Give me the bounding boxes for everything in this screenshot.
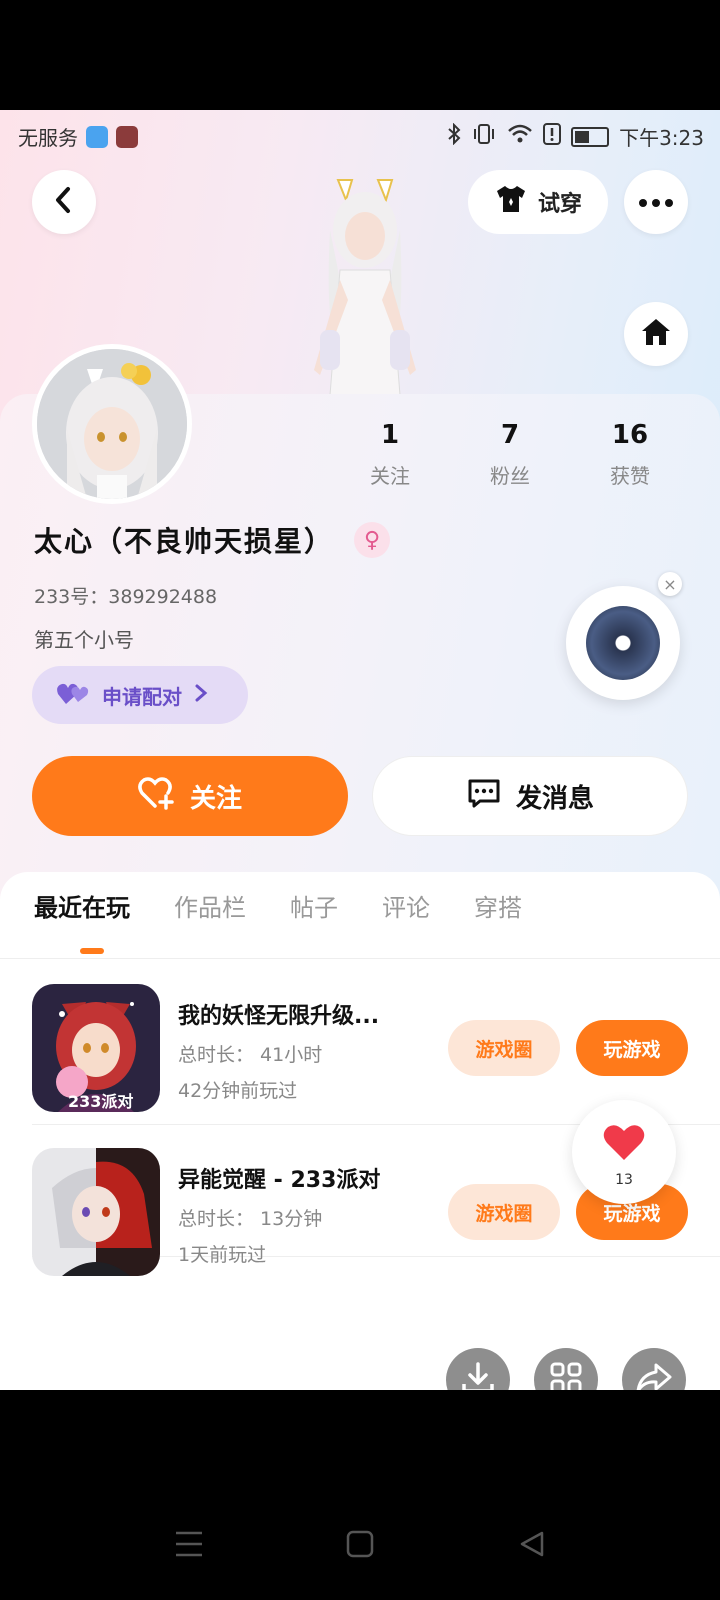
followers-count: 7 — [500, 420, 520, 450]
back-button[interactable] — [32, 170, 96, 234]
female-gender-icon: ♀ — [354, 522, 391, 558]
recorder-app-icon — [116, 125, 138, 148]
tshirt-icon — [494, 184, 528, 220]
active-tab-indicator — [80, 948, 104, 954]
wifi-icon — [507, 123, 533, 150]
clock-text: 下午3:23 — [619, 126, 704, 150]
game-title: 我的妖怪无限升级... — [178, 1004, 380, 1029]
apply-pair-button[interactable]: 申请配对 — [32, 666, 248, 724]
like-count: 13 — [615, 1172, 633, 1188]
share-arrow-icon — [636, 1363, 672, 1390]
system-nav-bar — [0, 1390, 720, 1600]
tab-works[interactable]: 作品栏 — [174, 888, 246, 923]
try-on-label: 试穿 — [537, 192, 582, 217]
following-count: 1 — [380, 420, 400, 450]
close-icon: × — [663, 574, 677, 594]
music-disc-icon — [586, 606, 660, 680]
game-icon-yokai[interactable]: 233派对 — [32, 984, 160, 1112]
recent-apps-icon[interactable] — [174, 1530, 204, 1562]
grid-icon — [550, 1362, 582, 1390]
more-dots-icon — [638, 193, 674, 212]
game-circle-button[interactable]: 游戏圈 — [448, 1020, 560, 1076]
game-circle-button[interactable]: 游戏圈 — [448, 1184, 560, 1240]
battery-icon — [571, 126, 610, 147]
game-last-played: 42分钟前玩过 — [178, 1080, 298, 1102]
tab-posts[interactable]: 帖子 — [290, 888, 338, 923]
user-id-label: 233号： — [34, 586, 109, 608]
try-on-button[interactable]: 试穿 — [468, 170, 608, 234]
tab-outfits[interactable]: 穿搭 — [474, 888, 522, 923]
profile-name: 太心（不良帅天损星） — [34, 525, 335, 558]
game-list-item[interactable]: 233派对 我的妖怪无限升级... 总时长： 41小时 42分钟前玩过 游戏圈 … — [32, 984, 688, 1114]
tab-recently-played[interactable]: 最近在玩 — [34, 888, 130, 923]
game-icon-awakening[interactable] — [32, 1148, 160, 1276]
likes-count: 16 — [611, 420, 649, 450]
music-player-disc[interactable] — [566, 586, 680, 700]
download-icon — [461, 1362, 495, 1390]
following-label: 关注 — [370, 464, 410, 488]
chevron-right-icon — [194, 683, 208, 708]
close-music-button[interactable]: × — [658, 572, 682, 596]
game-icon-badge-text: 233派对 — [68, 1092, 134, 1111]
bluetooth-icon — [447, 122, 461, 150]
profile-bio: 第五个小号 — [34, 628, 134, 652]
play-game-button[interactable]: 玩游戏 — [576, 1020, 688, 1076]
more-options-button[interactable] — [624, 170, 688, 234]
name-row: 太心（不良帅天损星） ♀ — [34, 520, 391, 560]
home-button[interactable] — [624, 302, 688, 366]
profile-tabs: 最近在玩 作品栏 帖子 评论 穿搭 — [34, 888, 522, 923]
followers-stat[interactable]: 7 粉丝 — [450, 420, 570, 489]
heart-plus-icon — [138, 776, 176, 817]
send-message-button[interactable]: 发消息 — [372, 756, 688, 836]
following-stat[interactable]: 1 关注 — [330, 420, 450, 489]
chevron-left-icon — [52, 186, 76, 218]
follow-button[interactable]: 关注 — [32, 756, 348, 836]
vibrate-icon — [471, 123, 497, 150]
profile-avatar[interactable] — [32, 344, 192, 504]
game-last-played: 1天前玩过 — [178, 1244, 267, 1266]
back-nav-icon[interactable] — [518, 1530, 546, 1562]
likes-label: 获赞 — [610, 464, 650, 488]
likes-stat[interactable]: 16 获赞 — [570, 420, 690, 489]
tab-divider — [0, 958, 720, 959]
apply-pair-label: 申请配对 — [102, 684, 182, 709]
shield-app-icon — [86, 125, 108, 148]
like-floating-button[interactable]: 13 — [572, 1100, 676, 1204]
heart-icon — [602, 1122, 646, 1166]
home-icon — [640, 317, 672, 351]
profile-stats: 1 关注 7 粉丝 16 获赞 — [330, 420, 690, 489]
carrier-text: 无服务 — [18, 126, 78, 150]
send-message-label: 发消息 — [515, 783, 594, 814]
game-total-duration: 总时长： 41小时 — [178, 1044, 323, 1066]
game-total-duration: 总时长： 13分钟 — [178, 1208, 323, 1230]
chat-bubble-icon — [466, 777, 502, 816]
user-id: 233号：389292488 — [34, 582, 217, 609]
double-heart-icon — [56, 680, 90, 711]
home-nav-icon[interactable] — [346, 1530, 374, 1562]
followers-label: 粉丝 — [490, 464, 530, 488]
game-title: 异能觉醒 - 233派对 — [178, 1168, 381, 1193]
tab-comments[interactable]: 评论 — [382, 888, 430, 923]
alert-icon — [543, 123, 562, 150]
profile-screen: 无服务 下午3:23 试穿 1 关注 7 粉丝 16 获赞 太心（不良帅天损星）… — [0, 110, 720, 1390]
status-bar: 无服务 下午3:23 — [0, 110, 720, 160]
user-id-value: 389292488 — [108, 586, 218, 608]
follow-label: 关注 — [189, 783, 242, 814]
